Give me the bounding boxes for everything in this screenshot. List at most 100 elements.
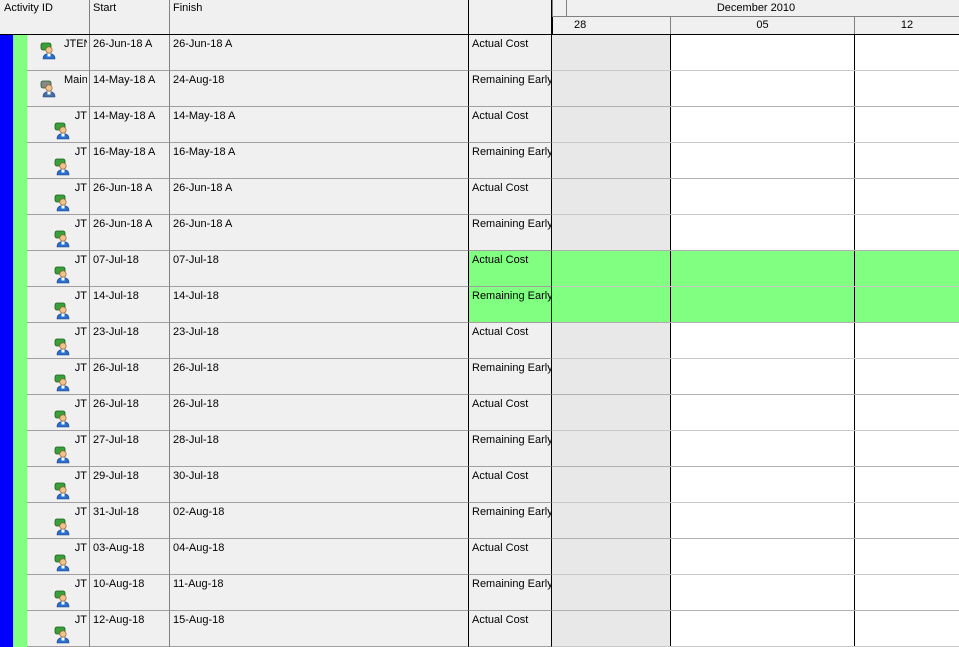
gantt-cell-week-3[interactable]	[855, 251, 959, 287]
activity-row[interactable]: JT 27-Jul-18 28-Jul-18 Remaining Early	[0, 431, 959, 467]
gantt-cell-week-1[interactable]	[552, 251, 671, 287]
activity-id-cell[interactable]: JT	[27, 143, 90, 179]
activity-row[interactable]: JT 03-Aug-18 04-Aug-18 Actual Cost	[0, 539, 959, 575]
gantt-cell-week-1[interactable]	[552, 395, 671, 431]
curve-type-cell[interactable]: Actual Cost	[469, 323, 552, 359]
gantt-cell-week-1[interactable]	[552, 467, 671, 503]
gantt-cell-week-2[interactable]	[671, 539, 855, 575]
activity-row[interactable]: JT 07-Jul-18 07-Jul-18 Actual Cost	[0, 251, 959, 287]
activity-row[interactable]: JT 23-Jul-18 23-Jul-18 Actual Cost	[0, 323, 959, 359]
finish-date-cell[interactable]: 24-Aug-18	[170, 71, 469, 107]
start-date-cell[interactable]: 26-Jun-18 A	[90, 35, 170, 71]
finish-date-cell[interactable]: 11-Aug-18	[170, 575, 469, 611]
activity-row[interactable]: JT 26-Jul-18 26-Jul-18 Actual Cost	[0, 395, 959, 431]
start-date-cell[interactable]: 14-May-18 A	[90, 71, 170, 107]
gantt-cell-week-2[interactable]	[671, 215, 855, 251]
start-date-cell[interactable]: 29-Jul-18	[90, 467, 170, 503]
gantt-cell-week-2[interactable]	[671, 179, 855, 215]
gantt-cell-week-1[interactable]	[552, 35, 671, 71]
activity-row[interactable]: JT 10-Aug-18 11-Aug-18 Remaining Early	[0, 575, 959, 611]
curve-type-cell[interactable]: Remaining Early	[469, 575, 552, 611]
start-date-cell[interactable]: 26-Jul-18	[90, 359, 170, 395]
gantt-cell-week-1[interactable]	[552, 179, 671, 215]
gantt-cell-week-2[interactable]	[671, 431, 855, 467]
gantt-cell-week-3[interactable]	[855, 179, 959, 215]
curve-type-cell[interactable]: Actual Cost	[469, 251, 552, 287]
start-date-cell[interactable]: 26-Jun-18 A	[90, 215, 170, 251]
finish-date-cell[interactable]: 30-Jul-18	[170, 467, 469, 503]
finish-date-cell[interactable]: 02-Aug-18	[170, 503, 469, 539]
start-date-cell[interactable]: 03-Aug-18	[90, 539, 170, 575]
column-header-curve[interactable]	[469, 0, 552, 34]
gantt-cell-week-1[interactable]	[552, 359, 671, 395]
activity-row[interactable]: JT 26-Jul-18 26-Jul-18 Remaining Early	[0, 359, 959, 395]
activity-id-cell[interactable]: JT	[27, 215, 90, 251]
gantt-cell-week-2[interactable]	[671, 467, 855, 503]
gantt-cell-week-3[interactable]	[855, 287, 959, 323]
activity-row[interactable]: JT 12-Aug-18 15-Aug-18 Actual Cost	[0, 611, 959, 647]
finish-date-cell[interactable]: 14-May-18 A	[170, 107, 469, 143]
curve-type-cell[interactable]: Remaining Early	[469, 215, 552, 251]
curve-type-cell[interactable]: Actual Cost	[469, 179, 552, 215]
start-date-cell[interactable]: 07-Jul-18	[90, 251, 170, 287]
finish-date-cell[interactable]: 23-Jul-18	[170, 323, 469, 359]
gantt-cell-week-2[interactable]	[671, 323, 855, 359]
gantt-cell-week-3[interactable]	[855, 539, 959, 575]
gantt-cell-week-3[interactable]	[855, 107, 959, 143]
gantt-cell-week-3[interactable]	[855, 35, 959, 71]
activity-id-cell[interactable]: JT	[27, 575, 90, 611]
gantt-cell-week-2[interactable]	[671, 35, 855, 71]
activity-id-cell[interactable]: JT	[27, 107, 90, 143]
finish-date-cell[interactable]: 14-Jul-18	[170, 287, 469, 323]
activity-row[interactable]: JT 31-Jul-18 02-Aug-18 Remaining Early	[0, 503, 959, 539]
start-date-cell[interactable]: 12-Aug-18	[90, 611, 170, 647]
gantt-cell-week-2[interactable]	[671, 251, 855, 287]
gantt-cell-week-1[interactable]	[552, 215, 671, 251]
finish-date-cell[interactable]: 16-May-18 A	[170, 143, 469, 179]
column-header-start[interactable]: Start	[90, 0, 170, 34]
activity-id-cell[interactable]: JT	[27, 611, 90, 647]
gantt-cell-week-1[interactable]	[552, 287, 671, 323]
column-header-finish[interactable]: Finish	[170, 0, 469, 34]
gantt-cell-week-1[interactable]	[552, 539, 671, 575]
gantt-cell-week-2[interactable]	[671, 287, 855, 323]
finish-date-cell[interactable]: 26-Jul-18	[170, 359, 469, 395]
curve-type-cell[interactable]: Remaining Early	[469, 503, 552, 539]
activity-id-cell[interactable]: JT	[27, 467, 90, 503]
activity-row[interactable]: JTEN26-Jun-18 A26-Jun-18 AActual Cost	[0, 35, 959, 71]
activity-id-cell[interactable]: JTEN	[27, 35, 90, 71]
gantt-cell-week-3[interactable]	[855, 611, 959, 647]
gantt-cell-week-3[interactable]	[855, 215, 959, 251]
activity-id-cell[interactable]: JT	[27, 251, 90, 287]
activity-id-cell[interactable]: JT	[27, 359, 90, 395]
gantt-cell-week-2[interactable]	[671, 395, 855, 431]
activity-id-cell[interactable]: JT	[27, 503, 90, 539]
gantt-cell-week-3[interactable]	[855, 71, 959, 107]
curve-type-cell[interactable]: Actual Cost	[469, 107, 552, 143]
activity-id-cell[interactable]: JT	[27, 179, 90, 215]
gantt-cell-week-2[interactable]	[671, 575, 855, 611]
gantt-cell-week-1[interactable]	[552, 107, 671, 143]
activity-id-cell[interactable]: JT	[27, 539, 90, 575]
gantt-cell-week-2[interactable]	[671, 71, 855, 107]
gantt-cell-week-1[interactable]	[552, 71, 671, 107]
curve-type-cell[interactable]: Remaining Early	[469, 359, 552, 395]
finish-date-cell[interactable]: 28-Jul-18	[170, 431, 469, 467]
column-header-activity-id[interactable]: Activity ID	[0, 0, 90, 34]
activity-row[interactable]: JT 16-May-18 A 16-May-18 A Remaining Early	[0, 143, 959, 179]
gantt-cell-week-2[interactable]	[671, 107, 855, 143]
curve-type-cell[interactable]: Actual Cost	[469, 395, 552, 431]
gantt-cell-week-3[interactable]	[855, 395, 959, 431]
gantt-cell-week-1[interactable]	[552, 575, 671, 611]
activity-row[interactable]: JT 26-Jun-18 A 26-Jun-18 A Actual Cost	[0, 179, 959, 215]
start-date-cell[interactable]: 14-May-18 A	[90, 107, 170, 143]
curve-type-cell[interactable]: Remaining Early	[469, 71, 552, 107]
activity-id-cell[interactable]: JT	[27, 395, 90, 431]
gantt-cell-week-2[interactable]	[671, 143, 855, 179]
activity-row[interactable]: JT 14-Jul-18 14-Jul-18 Remaining Early	[0, 287, 959, 323]
activity-row[interactable]: JT 29-Jul-18 30-Jul-18 Actual Cost	[0, 467, 959, 503]
activity-row[interactable]: Maint14-May-18 A24-Aug-18Remaining Early	[0, 71, 959, 107]
finish-date-cell[interactable]: 26-Jun-18 A	[170, 215, 469, 251]
curve-type-cell[interactable]: Remaining Early	[469, 143, 552, 179]
gantt-cell-week-3[interactable]	[855, 359, 959, 395]
